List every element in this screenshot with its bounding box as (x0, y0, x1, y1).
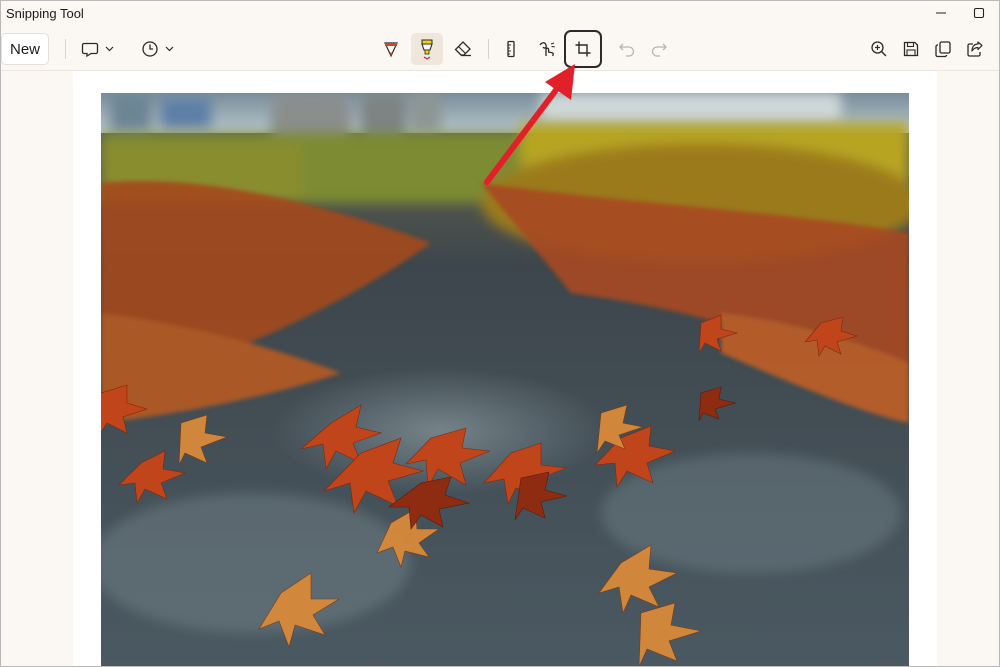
crop-icon (575, 41, 591, 57)
save-button[interactable] (895, 33, 927, 65)
maximize-button[interactable] (961, 1, 997, 25)
crop-button[interactable] (564, 30, 602, 68)
ruler-button[interactable] (495, 33, 527, 65)
zoom-in-button[interactable] (863, 33, 895, 65)
zoom-in-icon (871, 41, 887, 57)
toolbar-divider (65, 39, 66, 59)
copy-icon (935, 41, 951, 58)
app-title: Snipping Tool (6, 6, 84, 21)
minimize-button[interactable] (923, 1, 959, 25)
snipping-tool-window: Snipping Tool New (0, 0, 1000, 667)
chevron-down-icon (105, 46, 113, 52)
redo-button[interactable] (643, 33, 675, 65)
undo-button[interactable] (611, 33, 643, 65)
ballpoint-pen-button[interactable] (375, 33, 407, 65)
undo-icon (619, 43, 635, 57)
copy-button[interactable] (927, 33, 959, 65)
highlighter-icon (421, 39, 433, 60)
maximize-icon (973, 7, 985, 19)
redo-icon (651, 43, 667, 57)
highlighter-button[interactable] (411, 33, 443, 65)
autumn-leaves-image (101, 93, 909, 666)
snip-mode-dropdown[interactable] (75, 33, 119, 65)
save-icon (903, 41, 919, 57)
clock-icon (141, 41, 158, 57)
captured-photo (101, 93, 909, 666)
rectangle-snip-icon (81, 42, 98, 57)
minimize-icon (936, 12, 946, 14)
title-bar: Snipping Tool (1, 1, 999, 27)
eraser-button[interactable] (447, 33, 479, 65)
ruler-icon (507, 40, 515, 58)
toolbar: New (1, 27, 999, 71)
eraser-icon (454, 41, 471, 57)
new-button[interactable]: New (1, 33, 49, 65)
ballpoint-pen-icon (384, 42, 398, 58)
toolbar-divider (488, 39, 489, 59)
chevron-down-icon (165, 46, 173, 52)
share-icon (967, 41, 983, 57)
share-button[interactable] (959, 33, 991, 65)
touch-writing-icon (539, 42, 555, 57)
snip-delay-dropdown[interactable] (135, 33, 179, 65)
touch-writing-button[interactable] (531, 33, 563, 65)
